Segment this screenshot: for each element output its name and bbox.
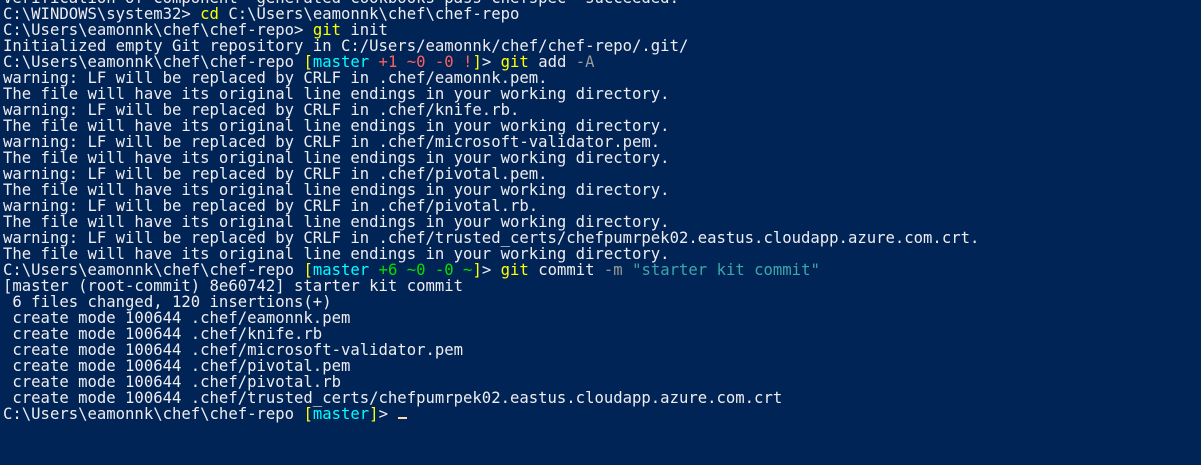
terminal-text-segment: git: [500, 261, 539, 279]
terminal-line: C:\Users\eamonnk\chef\chef-repo> git ini…: [3, 22, 1193, 38]
terminal-line: create mode 100644 .chef/trusted_certs/c…: [3, 390, 1193, 406]
terminal-line: create mode 100644 .chef/microsoft-valid…: [3, 342, 1193, 358]
scrollbar[interactable]: [1195, 0, 1201, 465]
terminal-line: C:\Users\eamonnk\chef\chef-repo [master …: [3, 262, 1193, 278]
terminal-line: warning: LF will be replaced by CRLF in …: [3, 166, 1193, 182]
terminal-line: The file will have its original line end…: [3, 214, 1193, 230]
terminal-line: warning: LF will be replaced by CRLF in …: [3, 230, 1193, 246]
terminal-text-segment: master: [312, 405, 370, 423]
terminal-line: warning: LF will be replaced by CRLF in …: [3, 134, 1193, 150]
text-cursor[interactable]: [398, 417, 408, 419]
terminal-line: The file will have its original line end…: [3, 86, 1193, 102]
terminal-line: The file will have its original line end…: [3, 182, 1193, 198]
terminal-line: create mode 100644 .chef/eamonnk.pem: [3, 310, 1193, 326]
terminal-line: The file will have its original line end…: [3, 118, 1193, 134]
terminal-output: Verification of component 'generated coo…: [3, 0, 1193, 422]
terminal-text-segment: -A: [575, 53, 595, 71]
terminal-text-segment: >: [481, 261, 501, 279]
terminal-line: warning: LF will be replaced by CRLF in …: [3, 198, 1193, 214]
terminal-text-segment: >: [378, 405, 398, 423]
terminal-line: The file will have its original line end…: [3, 150, 1193, 166]
terminal-line: C:\Users\eamonnk\chef\chef-repo [master …: [3, 54, 1193, 70]
terminal-line: Initialized empty Git repository in C:/U…: [3, 38, 1193, 54]
terminal-line: create mode 100644 .chef/pivotal.rb: [3, 374, 1193, 390]
terminal-text-segment: C:\Users\eamonnk\chef\chef-repo: [3, 405, 304, 423]
terminal-line: create mode 100644 .chef/knife.rb: [3, 326, 1193, 342]
terminal-line: warning: LF will be replaced by CRLF in …: [3, 102, 1193, 118]
terminal-line: C:\WINDOWS\system32> cd C:\Users\eamonnk…: [3, 6, 1193, 22]
terminal-line: warning: LF will be replaced by CRLF in …: [3, 70, 1193, 86]
terminal-window[interactable]: Verification of component 'generated coo…: [0, 0, 1201, 465]
terminal-text-segment: [: [303, 405, 313, 423]
terminal-text-segment: "starter kit commit": [632, 261, 820, 279]
terminal-line: create mode 100644 .chef/pivotal.pem: [3, 358, 1193, 374]
terminal-line: [master (root-commit) 8e60742] starter k…: [3, 278, 1193, 294]
terminal-text-segment: commit: [538, 261, 604, 279]
terminal-text-segment: -m: [603, 261, 633, 279]
terminal-text-segment: ]: [472, 261, 482, 279]
terminal-line: 6 files changed, 120 insertions(+): [3, 294, 1193, 310]
terminal-text-segment: ]: [369, 405, 379, 423]
terminal-line: The file will have its original line end…: [3, 246, 1193, 262]
prompt-line: C:\Users\eamonnk\chef\chef-repo [master]…: [3, 406, 1193, 422]
